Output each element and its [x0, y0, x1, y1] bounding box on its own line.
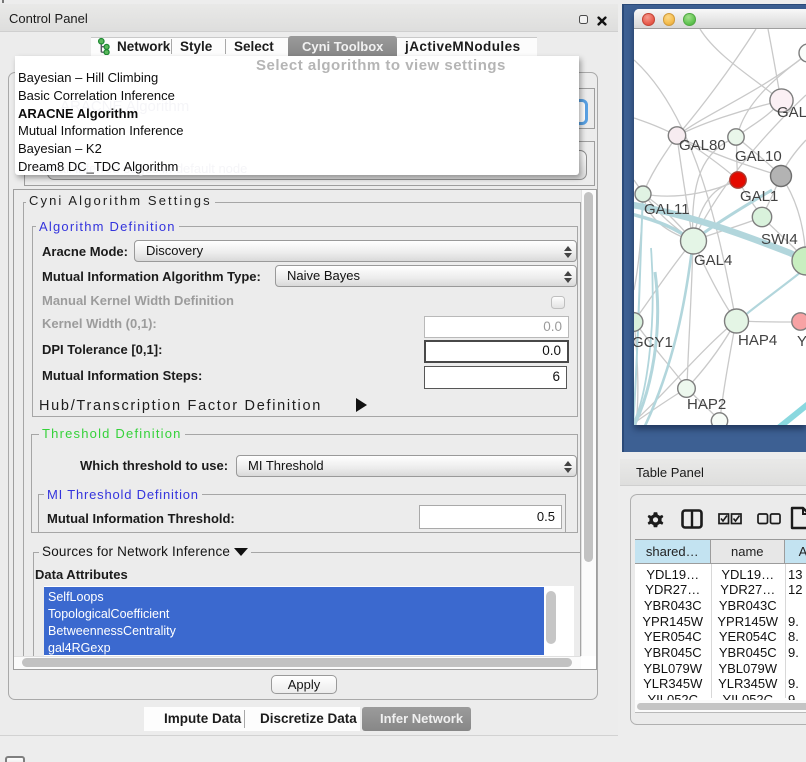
svg-text:HAP2: HAP2	[687, 396, 726, 413]
svg-text:GAL80: GAL80	[679, 137, 726, 154]
svg-text:GAL11: GAL11	[644, 201, 690, 218]
svg-text:GAL7: GAL7	[777, 104, 806, 121]
svg-text:Y: Y	[797, 333, 806, 350]
svg-text:GCY1: GCY1	[634, 334, 673, 351]
svg-text:SWI4: SWI4	[761, 231, 798, 248]
svg-text:GAL10: GAL10	[735, 148, 782, 165]
svg-text:HAP4: HAP4	[738, 332, 777, 349]
svg-text:GAL4: GAL4	[694, 252, 732, 269]
svg-text:GAL1: GAL1	[740, 188, 778, 205]
